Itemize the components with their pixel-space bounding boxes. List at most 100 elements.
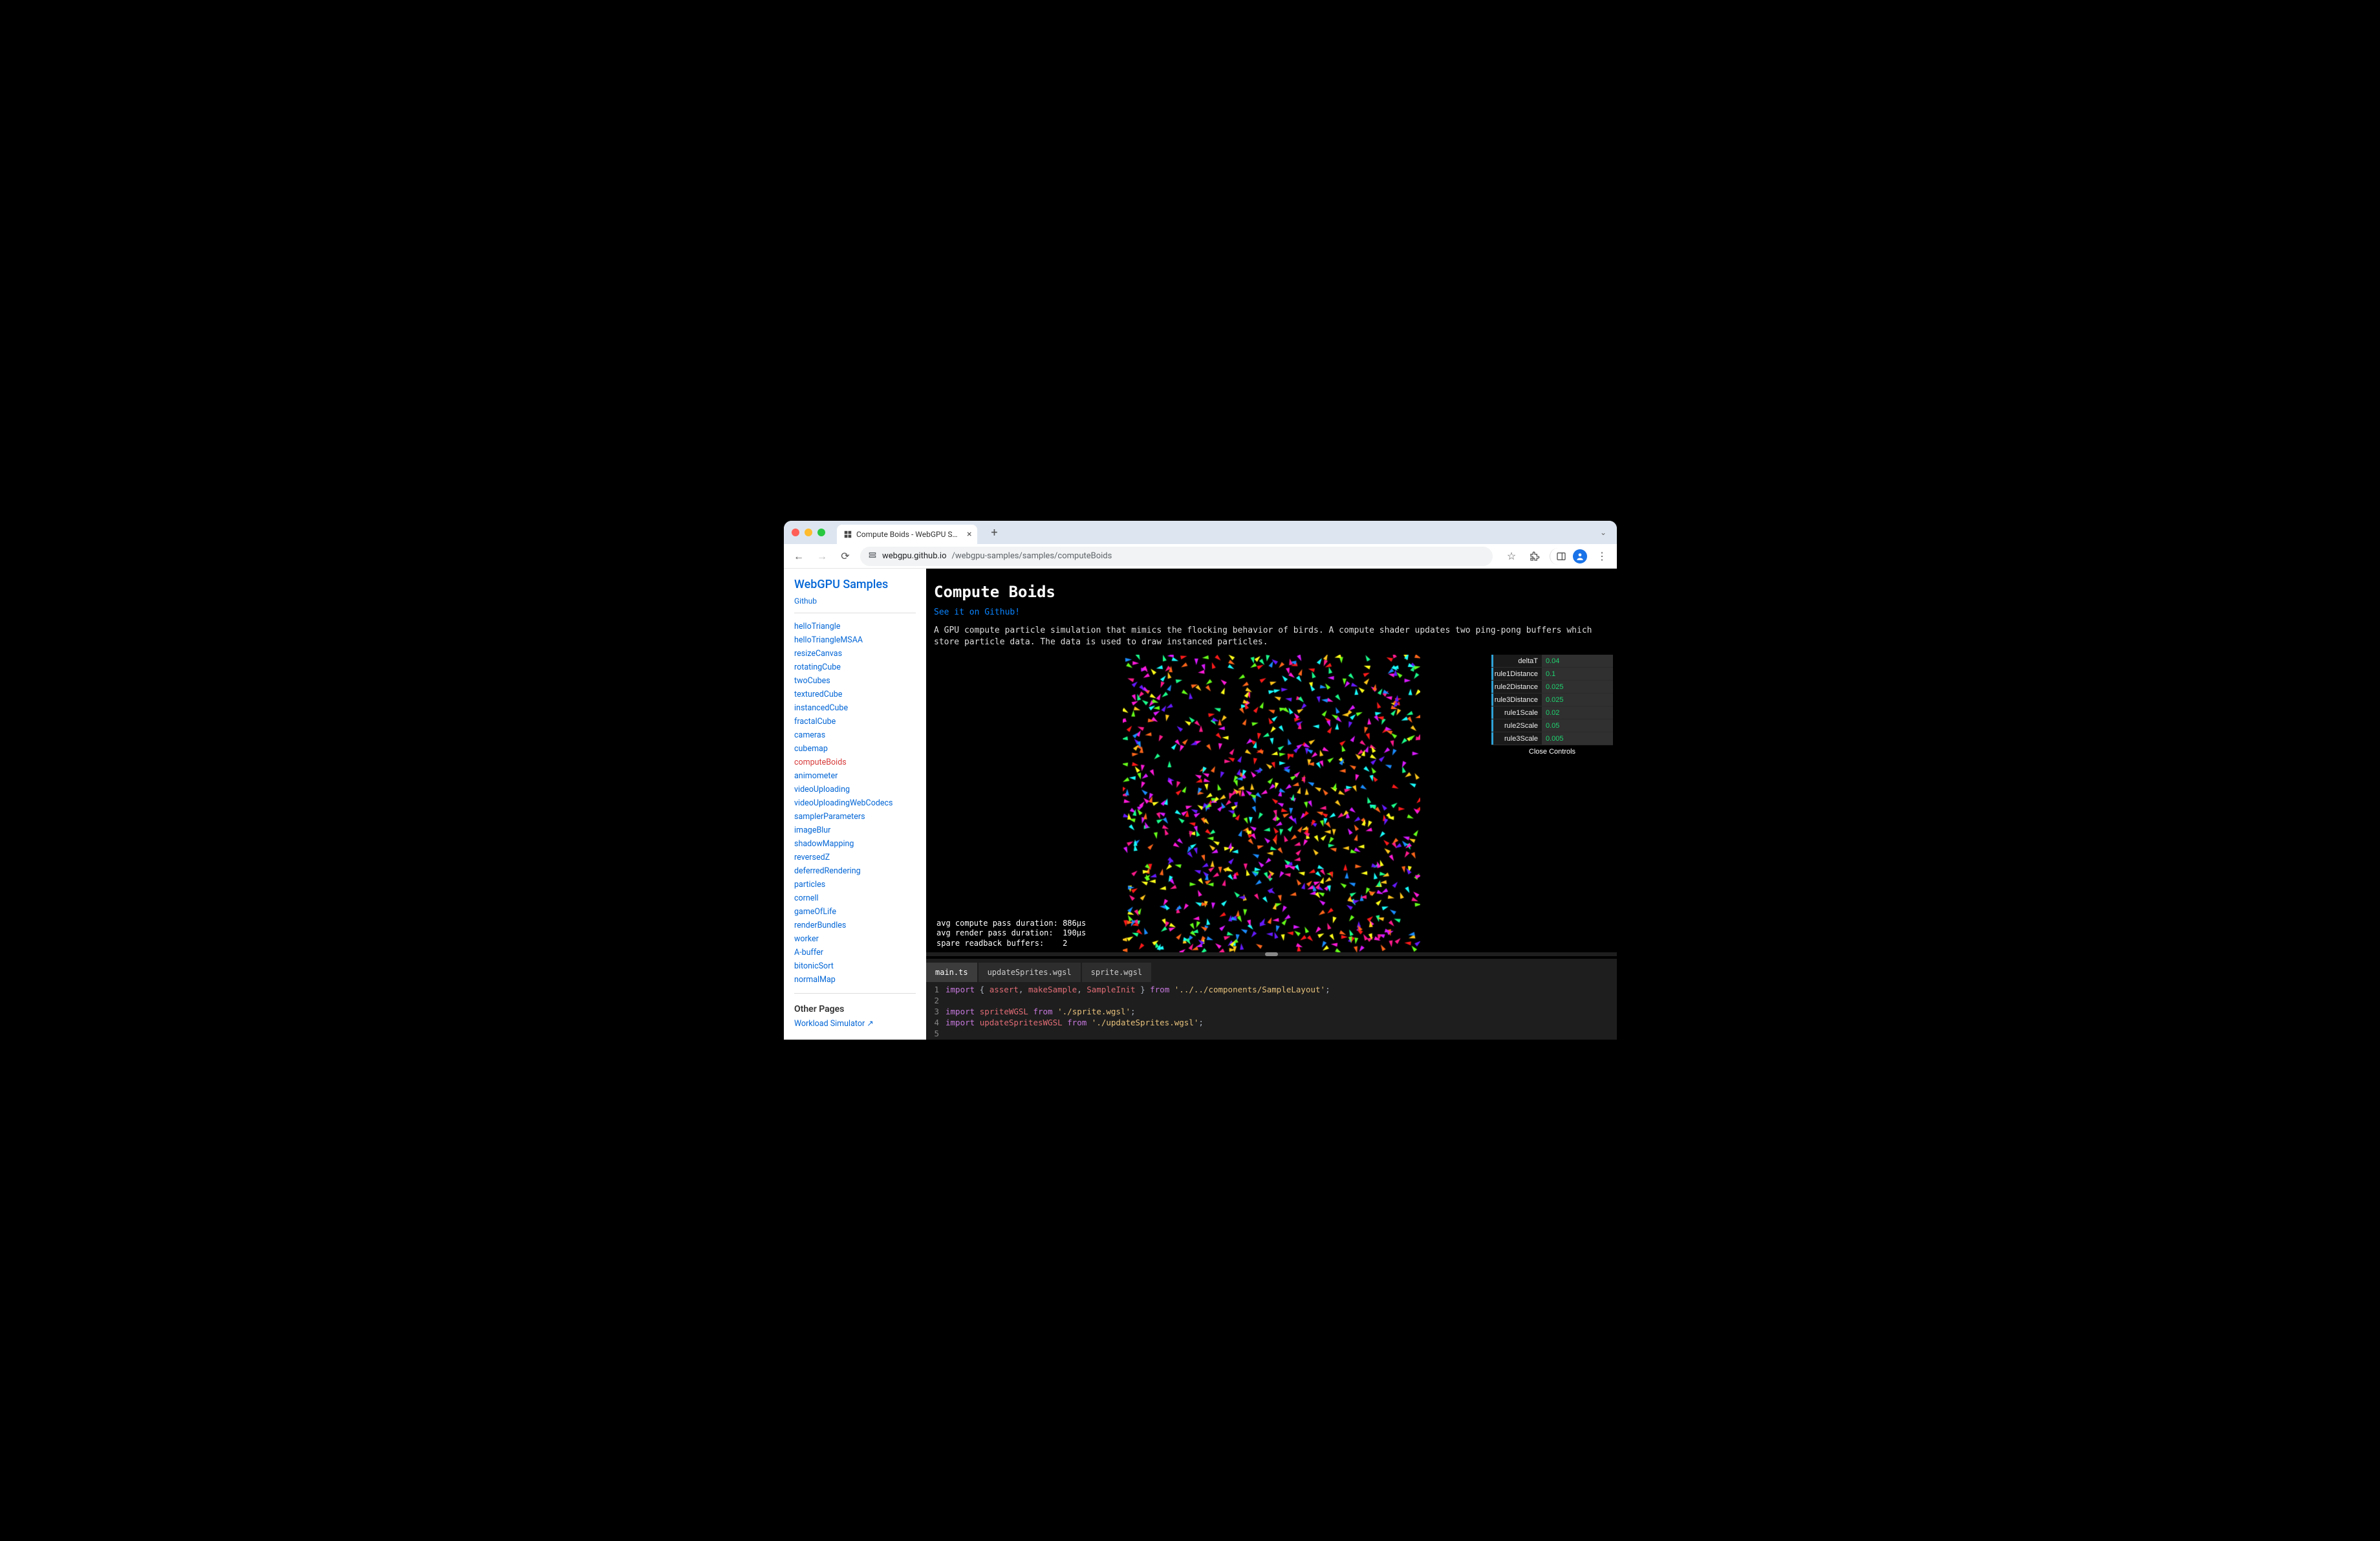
sidebar-item-fractalCube[interactable]: fractalCube [794,715,916,728]
sidebar-item-gameOfLife[interactable]: gameOfLife [794,905,916,919]
source-tabs: main.tsupdateSprites.wgslsprite.wgsl [926,959,1617,982]
gui-label: rule3Scale [1491,732,1542,745]
gui-close-button[interactable]: Close Controls [1491,745,1613,758]
maximize-window-button[interactable] [817,529,825,536]
page-description: A GPU compute particle simulation that m… [926,621,1617,655]
workload-simulator-link[interactable]: Workload Simulator ↗ [794,1019,874,1029]
sidebar-item-animometer[interactable]: animometer [794,769,916,783]
gui-value-input[interactable]: 0.05 [1542,719,1613,732]
new-tab-button[interactable]: + [986,524,1003,541]
sidebar-item-normalMap[interactable]: normalMap [794,973,916,987]
sidebar-item-texturedCube[interactable]: texturedCube [794,688,916,701]
boids-canvas [1123,655,1420,952]
sidebar-github-link[interactable]: Github [794,596,817,606]
sidebar-item-deferredRendering[interactable]: deferredRendering [794,864,916,878]
code-line: 3import spriteWGSL from './sprite.wgsl'; [926,1007,1617,1018]
sidebar-item-bitonicSort[interactable]: bitonicSort [794,959,916,973]
sidebar-item-cornell[interactable]: cornell [794,891,916,905]
canvas-area: avg compute pass duration: 886µs avg ren… [926,655,1617,952]
sample-main: Compute Boids See it on Github! A GPU co… [926,569,1617,1040]
gui-value-input[interactable]: 0.025 [1542,694,1613,706]
sidebar-item-rotatingCube[interactable]: rotatingCube [794,661,916,674]
sidebar-item-computeBoids[interactable]: computeBoids [794,756,916,769]
sidebar-item-renderBundles[interactable]: renderBundles [794,919,916,932]
back-button[interactable]: ← [790,548,807,565]
code-line: 5 [926,1029,1617,1040]
sidebar-divider-2 [794,993,916,994]
bookmark-icon[interactable]: ☆ [1503,548,1520,565]
titlebar: Compute Boids - WebGPU S… × + ⌄ [784,521,1617,544]
gui-label: rule2Scale [1491,719,1542,732]
gui-value-input[interactable]: 0.1 [1542,668,1613,680]
menu-icon[interactable]: ⋮ [1594,548,1610,565]
page-title: Compute Boids [926,569,1617,605]
sidebar: WebGPU Samples Github helloTrianglehello… [784,569,926,1040]
tab-overflow-icon[interactable]: ⌄ [1596,527,1610,538]
forward-button[interactable]: → [814,548,830,565]
sidebar-item-imageBlur[interactable]: imageBlur [794,824,916,837]
source-section: main.tsupdateSprites.wgslsprite.wgsl 1im… [926,952,1617,1040]
sidebar-item-helloTriangleMSAA[interactable]: helloTriangleMSAA [794,633,916,647]
sidebar-item-twoCubes[interactable]: twoCubes [794,674,916,688]
tab-title: Compute Boids - WebGPU S… [856,530,958,539]
address-bar[interactable]: webgpu.github.io/webgpu-samples/samples/… [860,547,1493,566]
gui-value-input[interactable]: 0.025 [1542,681,1613,693]
url-path: /webgpu-samples/samples/computeBoids [952,551,1112,561]
stats-overlay: avg compute pass duration: 886µs avg ren… [936,919,1086,949]
sidebar-item-particles[interactable]: particles [794,878,916,891]
gui-panel: deltaT0.04rule1Distance0.1rule2Distance0… [1491,655,1613,758]
extensions-icon[interactable] [1526,548,1543,565]
source-tab-updateSprites-wgsl[interactable]: updateSprites.wgsl [979,963,1081,982]
browser-window: Compute Boids - WebGPU S… × + ⌄ ← → ⟳ we… [784,521,1617,1040]
source-tab-main-ts[interactable]: main.ts [926,963,977,982]
sidebar-title: WebGPU Samples [794,578,916,591]
browser-tab[interactable]: Compute Boids - WebGPU S… × [837,525,977,544]
gui-value-input[interactable]: 0.005 [1542,732,1613,745]
sidebar-item-helloTriangle[interactable]: helloTriangle [794,620,916,633]
sample-list: helloTrianglehelloTriangleMSAAresizeCanv… [794,620,916,987]
content: WebGPU Samples Github helloTrianglehello… [784,569,1617,1040]
gui-row-rule3Distance[interactable]: rule3Distance0.025 [1491,694,1613,706]
gui-row-rule1Distance[interactable]: rule1Distance0.1 [1491,668,1613,681]
sidebar-item-A-buffer[interactable]: A-buffer [794,946,916,959]
see-on-github-link[interactable]: See it on Github! [926,607,1028,621]
gui-row-rule2Distance[interactable]: rule2Distance0.025 [1491,681,1613,694]
sidebar-item-worker[interactable]: worker [794,932,916,946]
sidebar-item-cameras[interactable]: cameras [794,728,916,742]
gui-label: rule1Scale [1491,706,1542,719]
reload-button[interactable]: ⟳ [837,548,854,565]
gui-row-deltaT[interactable]: deltaT0.04 [1491,655,1613,668]
gui-label: rule2Distance [1491,681,1542,693]
sidebar-item-samplerParameters[interactable]: samplerParameters [794,810,916,824]
gui-row-rule1Scale[interactable]: rule1Scale0.02 [1491,706,1613,719]
gui-label: deltaT [1491,655,1542,667]
code-view: 1import { assert, makeSample, SampleInit… [926,982,1617,1040]
sidebar-item-videoUploadingWebCodecs[interactable]: videoUploadingWebCodecs [794,796,916,810]
tab-favicon-icon [843,530,852,539]
tab-close-icon[interactable]: × [967,529,971,540]
profile-button[interactable] [1573,549,1587,563]
sidebar-item-resizeCanvas[interactable]: resizeCanvas [794,647,916,661]
source-tab-sprite-wgsl[interactable]: sprite.wgsl [1082,963,1151,982]
side-panel-icon[interactable] [1550,548,1566,565]
gui-row-rule3Scale[interactable]: rule3Scale0.005 [1491,732,1613,745]
site-info-icon[interactable] [868,551,877,562]
resize-grip-icon[interactable] [1265,952,1278,956]
gui-value-input[interactable]: 0.02 [1542,706,1613,719]
sidebar-item-shadowMapping[interactable]: shadowMapping [794,837,916,851]
sidebar-item-instancedCube[interactable]: instancedCube [794,701,916,715]
minimize-window-button[interactable] [805,529,812,536]
window-controls [792,529,825,536]
sidebar-item-cubemap[interactable]: cubemap [794,742,916,756]
gui-label: rule3Distance [1491,694,1542,706]
code-line: 1import { assert, makeSample, SampleInit… [926,985,1617,996]
sidebar-item-videoUploading[interactable]: videoUploading [794,783,916,796]
url-host: webgpu.github.io [882,551,947,561]
gui-value-input[interactable]: 0.04 [1542,655,1613,667]
gui-label: rule1Distance [1491,668,1542,680]
gui-row-rule2Scale[interactable]: rule2Scale0.05 [1491,719,1613,732]
toolbar: ← → ⟳ webgpu.github.io/webgpu-samples/sa… [784,544,1617,569]
sidebar-item-reversedZ[interactable]: reversedZ [794,851,916,864]
code-line: 2 [926,996,1617,1007]
close-window-button[interactable] [792,529,799,536]
